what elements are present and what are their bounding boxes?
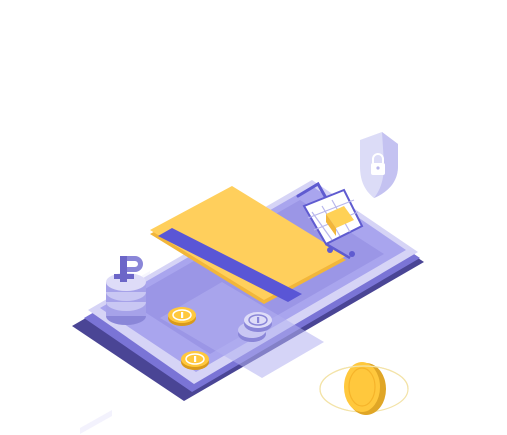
payment-illustration bbox=[72, 132, 424, 434]
coin-icon-2 bbox=[181, 351, 209, 370]
lock-shield-icon bbox=[360, 132, 398, 198]
floating-coin bbox=[319, 362, 409, 415]
coin-icon-1 bbox=[168, 307, 196, 326]
